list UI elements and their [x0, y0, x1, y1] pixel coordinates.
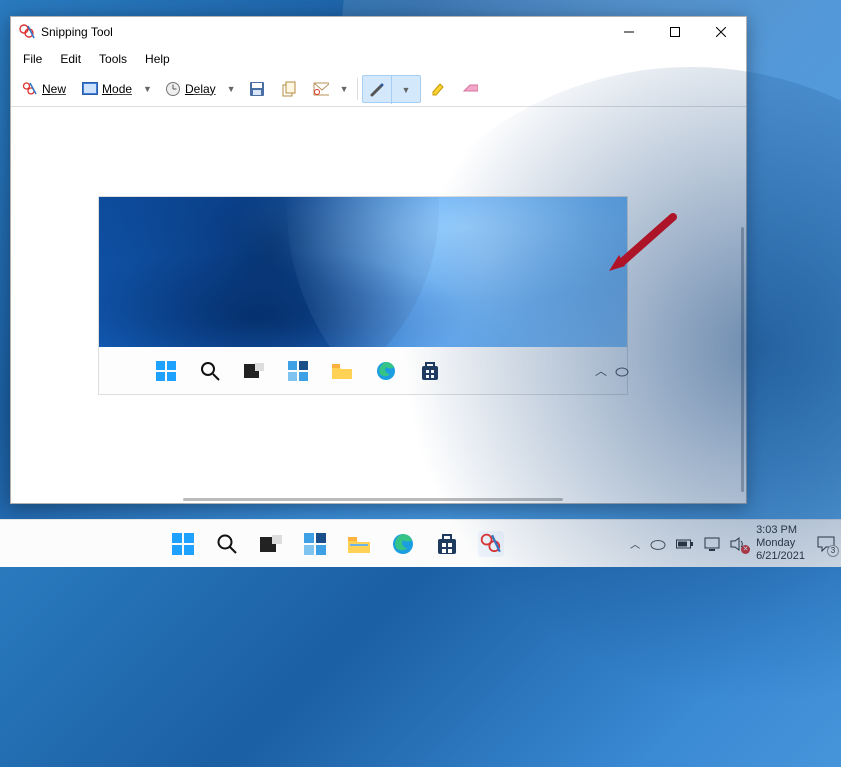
- rectangle-mode-icon: [82, 81, 98, 97]
- pen-group: ▼: [362, 75, 422, 103]
- mode-dropdown-arrow[interactable]: ▼: [139, 75, 156, 103]
- taskview-button[interactable]: [258, 531, 284, 557]
- copy-icon: [281, 81, 297, 97]
- vertical-scrollbar[interactable]: [741, 227, 744, 492]
- eraser-icon: [462, 81, 478, 97]
- clock-day: Monday: [756, 537, 805, 550]
- title-text: Snipping Tool: [41, 25, 606, 39]
- annotation-arrow: [603, 211, 683, 291]
- clock-icon: [165, 81, 181, 97]
- send-dropdown-arrow[interactable]: ▼: [336, 75, 353, 103]
- delay-dropdown-arrow[interactable]: ▼: [223, 75, 240, 103]
- notification-count: 3: [827, 545, 839, 557]
- notifications-button[interactable]: 3: [815, 533, 837, 555]
- inner-tray: ︿: [595, 362, 629, 379]
- battery-icon[interactable]: [676, 538, 694, 550]
- horizontal-scrollbar[interactable]: [183, 498, 563, 501]
- snipping-tool-window: Snipping Tool File Edit Tools Help: [10, 16, 747, 504]
- pen-icon: [369, 82, 385, 98]
- menu-file[interactable]: File: [15, 50, 50, 68]
- start-button[interactable]: [170, 531, 196, 557]
- inner-tray-chevron-icon: ︿: [595, 362, 607, 379]
- pen-dropdown-arrow: ▼: [398, 85, 415, 95]
- send-button[interactable]: ▼: [306, 75, 353, 103]
- menu-edit[interactable]: Edit: [52, 50, 89, 68]
- clock[interactable]: 3:03 PM Monday 6/21/2021: [756, 524, 805, 564]
- inner-widgets-icon: [287, 360, 309, 382]
- delay-button[interactable]: Delay ▼: [158, 75, 240, 103]
- edge-button[interactable]: [390, 531, 416, 557]
- explorer-button[interactable]: [346, 531, 372, 557]
- close-button[interactable]: [698, 17, 744, 47]
- maximize-button[interactable]: [652, 17, 698, 47]
- new-label: New: [42, 82, 66, 96]
- toolbar-separator: [357, 78, 358, 100]
- inner-edge-icon: [375, 360, 397, 382]
- inner-onedrive-icon: [615, 364, 629, 378]
- widgets-button[interactable]: [302, 531, 328, 557]
- volume-icon[interactable]: ✕: [730, 537, 746, 551]
- mode-button[interactable]: Mode ▼: [75, 75, 156, 103]
- new-button[interactable]: New: [15, 75, 73, 103]
- inner-start-icon: [155, 360, 177, 382]
- minimize-button[interactable]: [606, 17, 652, 47]
- snipping-tool-taskbar-button[interactable]: [478, 531, 504, 557]
- toolbar: New Mode ▼ Delay ▼: [11, 71, 746, 107]
- snip-wallpaper: [99, 197, 627, 347]
- save-icon: [249, 81, 265, 97]
- tray-chevron-icon[interactable]: ︿: [630, 536, 640, 551]
- onedrive-icon[interactable]: [650, 538, 666, 550]
- pen-dropdown[interactable]: ▼: [391, 76, 421, 104]
- pen-button[interactable]: [363, 76, 391, 104]
- window-controls: [606, 17, 744, 47]
- menu-bar: File Edit Tools Help: [11, 47, 746, 71]
- inner-store-icon: [419, 360, 441, 382]
- inner-search-icon: [199, 360, 221, 382]
- network-icon[interactable]: [704, 537, 720, 551]
- menu-help[interactable]: Help: [137, 50, 178, 68]
- taskbar-search-button[interactable]: [214, 531, 240, 557]
- inner-explorer-icon: [331, 360, 353, 382]
- highlighter-icon: [430, 81, 446, 97]
- inner-taskview-icon: [243, 360, 265, 382]
- system-tray: ︿ ✕ 3:03 PM Monday 6/21/2021 3: [630, 520, 837, 567]
- save-button[interactable]: [242, 75, 272, 103]
- scissors-icon: [22, 81, 38, 97]
- mode-label: Mode: [102, 82, 132, 96]
- snip-taskbar: ︿: [99, 347, 627, 394]
- eraser-button[interactable]: [455, 75, 485, 103]
- mail-icon: [313, 81, 329, 97]
- delay-label: Delay: [185, 82, 216, 96]
- menu-tools[interactable]: Tools: [91, 50, 135, 68]
- title-bar[interactable]: Snipping Tool: [11, 17, 746, 47]
- store-button[interactable]: [434, 531, 460, 557]
- snipping-tool-icon: [19, 24, 35, 40]
- windows-taskbar: ︿ ✕ 3:03 PM Monday 6/21/2021 3: [0, 519, 841, 567]
- clock-time: 3:03 PM: [756, 524, 805, 537]
- highlighter-button[interactable]: [423, 75, 453, 103]
- copy-button[interactable]: [274, 75, 304, 103]
- snip-preview[interactable]: ︿: [99, 197, 627, 394]
- canvas-area: ︿: [11, 107, 746, 503]
- clock-date: 6/21/2021: [756, 550, 805, 563]
